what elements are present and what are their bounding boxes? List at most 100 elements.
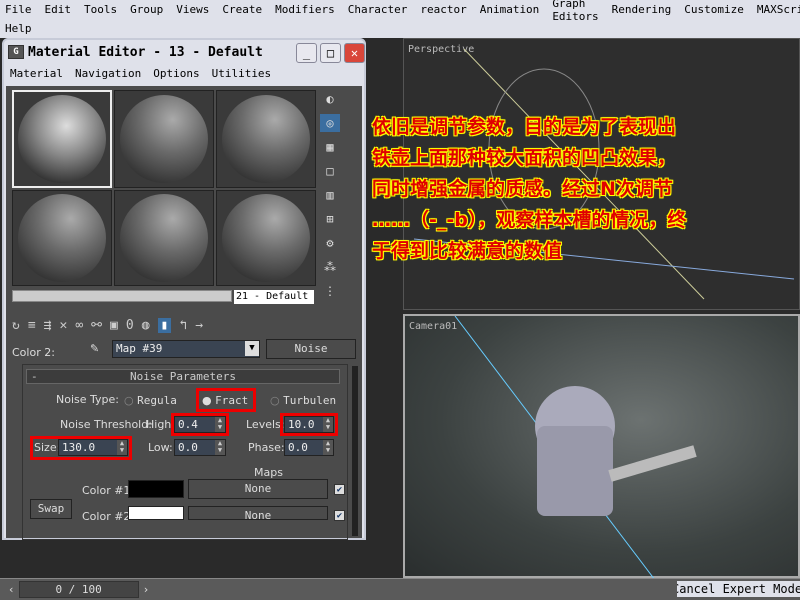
editor-body: ◐ ◎ ▦ □ ▥ ⊞ ⚙ ⁂ ⋮ 21 - Default ↻ ≡ ⇶ ✕ ∞…: [6, 86, 362, 540]
background-icon[interactable]: ▦: [320, 138, 340, 156]
swap-button[interactable]: Swap: [30, 499, 72, 519]
go-sibling-icon[interactable]: →: [195, 318, 203, 333]
color2-label: Color 2:: [12, 346, 55, 359]
material-editor-window: G Material Editor - 13 - Default _ □ ✕ M…: [2, 38, 366, 540]
color1-label: Color #1: [82, 484, 131, 497]
sample-slot[interactable]: [12, 90, 112, 188]
highlight-box: [171, 413, 229, 436]
assign-material-icon[interactable]: ⇶: [44, 318, 52, 333]
sample-slot[interactable]: [114, 190, 214, 286]
prev-frame-icon[interactable]: ‹: [8, 583, 15, 596]
menu-animation[interactable]: Animation: [480, 3, 540, 16]
status-bar: ‹ 0 / 100 › Cancel Expert Mode: [0, 578, 800, 600]
menu-bar: File Edit Tools Group Views Create Modifiers Ch…: [0, 0, 800, 38]
color1-map-button[interactable]: None: [188, 479, 328, 499]
sample-slot[interactable]: [12, 190, 112, 286]
time-slider[interactable]: ‹ 0 / 100 ›: [8, 581, 158, 598]
editor-toolbar: ↻ ≡ ⇶ ✕ ∞ ⚯ ▣ 0 ◍ ▮ ↰ →: [12, 314, 352, 336]
annotation-text: 依旧是调节参数，目的是为了表现出 铁壶上面那种较大面积的凹凸效果， 同时增强金属…: [372, 112, 792, 267]
viewport-camera[interactable]: Camera01: [403, 314, 800, 580]
radio-regular[interactable]: ○ Regula: [124, 394, 177, 407]
color2-map-button[interactable]: None: [188, 506, 328, 520]
sample-slot[interactable]: [114, 90, 214, 188]
get-material-icon[interactable]: ↻: [12, 318, 20, 333]
highlight-box: [196, 388, 256, 412]
put-to-library-icon[interactable]: ▣: [110, 318, 118, 333]
menu-reactor[interactable]: reactor: [420, 3, 466, 16]
sample-type-icon[interactable]: ◐: [320, 90, 340, 108]
menu-graph-editors[interactable]: Graph Editors: [552, 0, 598, 23]
video-color-icon[interactable]: ▥: [320, 186, 340, 204]
noise-type-label: Noise Type:: [56, 393, 119, 406]
maps-label: Maps: [254, 466, 283, 479]
menu-character[interactable]: Character: [348, 3, 408, 16]
map-type-button[interactable]: Noise: [266, 339, 356, 359]
eyedropper-icon[interactable]: ✎: [90, 342, 99, 355]
menu-help[interactable]: Help: [5, 22, 32, 35]
make-preview-icon[interactable]: ⊞: [320, 210, 340, 228]
color2-map-checkbox[interactable]: ✔: [334, 510, 345, 521]
menu-group[interactable]: Group: [130, 3, 163, 16]
sample-slots: [12, 90, 316, 286]
window-title: Material Editor - 13 - Default: [28, 44, 263, 60]
map-name-field[interactable]: Map #39 ▼: [112, 340, 260, 358]
backlight-icon[interactable]: ◎: [320, 114, 340, 132]
material-navigator-icon[interactable]: ⋮: [320, 282, 340, 300]
menu-options[interactable]: Options: [153, 67, 199, 81]
menu-modifiers[interactable]: Modifiers: [275, 3, 335, 16]
annotation-line: ……（-_-b），观察样本槽的情况，终: [372, 209, 687, 231]
copy-material-icon[interactable]: ∞: [75, 318, 83, 333]
uv-tiling-icon[interactable]: □: [320, 162, 340, 180]
menu-create[interactable]: Create: [222, 3, 262, 16]
rollout-header[interactable]: - Noise Parameters: [26, 369, 340, 384]
menu-navigation[interactable]: Navigation: [75, 67, 141, 81]
time-readout[interactable]: 0 / 100: [18, 581, 139, 598]
side-toolbar: ◐ ◎ ▦ □ ▥ ⊞ ⚙ ⁂ ⋮: [320, 90, 342, 300]
app-logo-icon: G: [8, 45, 24, 59]
phase-label: Phase:: [248, 441, 285, 454]
slot-name: 21 - Default: [234, 290, 314, 304]
low-label: Low:: [148, 441, 173, 454]
show-end-result-icon[interactable]: ▮: [157, 317, 172, 333]
menu-file[interactable]: File: [5, 3, 32, 16]
select-by-material-icon[interactable]: ⁂: [320, 258, 340, 276]
color2-swatch[interactable]: [128, 506, 184, 520]
color1-map-checkbox[interactable]: ✔: [334, 484, 345, 495]
maximize-button[interactable]: □: [320, 43, 341, 63]
sample-slot[interactable]: [216, 90, 316, 188]
levels-label: Levels:: [246, 418, 285, 431]
radio-turbulence[interactable]: ○ Turbulen: [270, 394, 336, 407]
reset-icon[interactable]: ✕: [59, 318, 67, 333]
highlight-box: [280, 413, 338, 436]
annotation-line: 于得到比较满意的数值: [372, 240, 563, 262]
menu-material[interactable]: Material: [10, 67, 63, 81]
panel-scrollbar[interactable]: [352, 366, 358, 536]
annotation-line: 依旧是调节参数，目的是为了表现出: [372, 116, 677, 138]
low-spinner[interactable]: 0.0 ▲ ▼: [174, 439, 226, 456]
menu-views[interactable]: Views: [176, 3, 209, 16]
material-id-button[interactable]: 0: [126, 318, 134, 333]
menu-utilities[interactable]: Utilities: [212, 67, 272, 81]
menu-edit[interactable]: Edit: [45, 3, 72, 16]
sample-slot[interactable]: [216, 190, 316, 286]
menu-tools[interactable]: Tools: [84, 3, 117, 16]
chevron-down-icon: ▼: [245, 341, 259, 356]
menu-rendering[interactable]: Rendering: [612, 3, 672, 16]
show-map-icon[interactable]: ◍: [142, 318, 150, 333]
make-unique-icon[interactable]: ⚯: [91, 318, 102, 333]
minimize-button[interactable]: _: [296, 43, 317, 63]
slot-scrollbar[interactable]: [12, 290, 232, 302]
editor-menu: Material Navigation Options Utilities: [4, 64, 364, 84]
put-to-scene-icon[interactable]: ≡: [28, 318, 36, 333]
menu-customize[interactable]: Customize: [684, 3, 744, 16]
menu-maxscript[interactable]: MAXScript: [757, 3, 800, 16]
go-parent-icon[interactable]: ↰: [179, 318, 187, 333]
color1-swatch[interactable]: [128, 480, 184, 498]
phase-spinner[interactable]: 0.0 ▲ ▼: [284, 439, 334, 456]
next-frame-icon[interactable]: ›: [143, 583, 150, 596]
options-icon[interactable]: ⚙: [320, 234, 340, 252]
annotation-line: 铁壶上面那种较大面积的凹凸效果，: [372, 147, 677, 169]
cancel-expert-mode-button[interactable]: Cancel Expert Mode: [677, 581, 800, 597]
close-button[interactable]: ✕: [344, 43, 365, 63]
high-label: High: [146, 418, 172, 431]
